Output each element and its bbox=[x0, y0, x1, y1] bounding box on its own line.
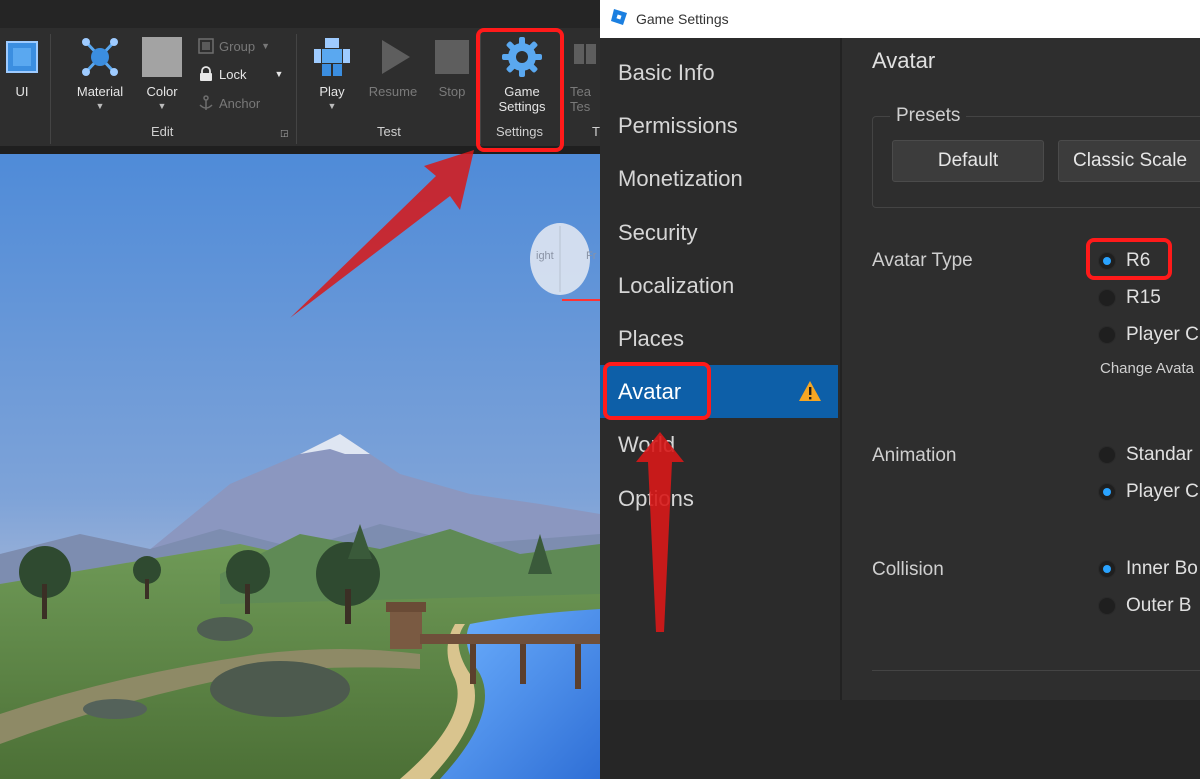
lock-icon bbox=[198, 66, 214, 82]
preset-classic-scale-button[interactable]: Classic Scale bbox=[1058, 140, 1200, 182]
nav-item-label: Permissions bbox=[618, 112, 738, 138]
team-test-icon bbox=[570, 36, 600, 81]
section-heading: Avatar bbox=[872, 48, 936, 73]
play-label: Play bbox=[319, 84, 345, 99]
collision-outer-box-radio[interactable]: Outer B bbox=[1098, 595, 1191, 617]
avatar-settings-panel: Avatar Presets Default Classic Scale Ava… bbox=[842, 38, 1200, 700]
window-title-bar[interactable]: Game Settings bbox=[600, 0, 1200, 38]
game-settings-highlight-box bbox=[476, 28, 564, 152]
r6-highlight-box bbox=[1086, 238, 1172, 280]
color-tool-label: Color bbox=[146, 84, 178, 99]
anchor-button[interactable]: Anchor bbox=[198, 95, 260, 111]
group-button[interactable]: Group ▼ bbox=[198, 38, 270, 54]
roblox-studio-logo-icon bbox=[610, 8, 628, 31]
view-cube-face-right: Fr bbox=[586, 250, 597, 262]
stop-label: Stop bbox=[438, 84, 466, 99]
group-icon bbox=[198, 38, 214, 54]
nav-item-world[interactable]: World bbox=[600, 418, 838, 471]
avatar-type-player-choice-radio[interactable]: Player C bbox=[1098, 324, 1199, 346]
nav-item-label: Options bbox=[618, 485, 694, 511]
ui-tool-label: UI bbox=[15, 84, 29, 99]
ui-tool-button[interactable]: UI bbox=[2, 36, 42, 99]
team-test-button[interactable]: Tea Tes bbox=[570, 36, 600, 114]
resume-label: Resume bbox=[368, 84, 418, 99]
material-icon bbox=[78, 36, 122, 81]
radio-unselected-icon bbox=[1098, 326, 1116, 344]
team-test-label-line2: Tes bbox=[570, 99, 591, 114]
group-label: Group bbox=[219, 38, 256, 54]
color-dropdown-icon[interactable]: ▼ bbox=[158, 101, 167, 111]
team-group-title: T bbox=[592, 124, 600, 139]
play-button[interactable]: Play ▼ bbox=[308, 36, 356, 111]
material-dropdown-icon[interactable]: ▼ bbox=[96, 101, 105, 111]
avatar-type-label: Avatar Type bbox=[872, 250, 973, 271]
stop-button[interactable]: Stop bbox=[430, 36, 474, 99]
radio-unselected-icon bbox=[1098, 597, 1116, 615]
nav-item-label: Security bbox=[618, 219, 698, 245]
nav-item-label: Monetization bbox=[618, 165, 743, 191]
ribbon-separator bbox=[296, 34, 297, 144]
radio-selected-icon bbox=[1098, 483, 1116, 501]
nav-item-label: Places bbox=[618, 325, 685, 351]
lock-button[interactable]: Lock ▼ bbox=[198, 66, 283, 82]
nav-item-label: World bbox=[618, 431, 676, 457]
lock-label: Lock bbox=[219, 66, 247, 82]
test-group-title: Test bbox=[377, 124, 401, 139]
game-world-scene bbox=[0, 154, 600, 779]
nav-item-label: Basic Info bbox=[618, 59, 715, 85]
group-dropdown-icon[interactable]: ▼ bbox=[261, 41, 270, 51]
lock-dropdown-icon[interactable]: ▼ bbox=[274, 69, 283, 79]
ui-icon bbox=[3, 36, 41, 81]
radio-label: Outer B bbox=[1126, 595, 1192, 616]
avatar-nav-highlight-box bbox=[603, 362, 711, 420]
preset-default-button[interactable]: Default bbox=[892, 140, 1044, 182]
settings-footer bbox=[600, 700, 1200, 779]
stop-icon bbox=[431, 36, 473, 81]
avatar-type-r15-radio[interactable]: R15 bbox=[1098, 287, 1161, 309]
studio-3d-viewport[interactable]: ight Fr bbox=[0, 154, 600, 779]
presets-label: Presets bbox=[890, 105, 967, 127]
warning-icon bbox=[798, 380, 822, 408]
view-cube-face-left: ight bbox=[536, 250, 554, 262]
nav-item-places[interactable]: Places bbox=[600, 312, 838, 365]
material-tool-label: Material bbox=[76, 84, 124, 99]
nav-item-security[interactable]: Security bbox=[600, 206, 838, 259]
resume-button[interactable]: Resume bbox=[364, 36, 422, 99]
collision-inner-box-radio[interactable]: Inner Bo bbox=[1098, 558, 1198, 580]
radio-label: Player C bbox=[1126, 481, 1199, 502]
play-dropdown-icon[interactable]: ▼ bbox=[328, 101, 337, 111]
radio-unselected-icon bbox=[1098, 446, 1116, 464]
window-title: Game Settings bbox=[636, 11, 729, 27]
play-figure-icon bbox=[311, 36, 353, 81]
ribbon-top-strip bbox=[0, 0, 600, 28]
material-tool-button[interactable]: Material ▼ bbox=[70, 36, 130, 111]
animation-player-choice-radio[interactable]: Player C bbox=[1098, 481, 1199, 503]
section-divider bbox=[872, 670, 1200, 671]
radio-label: Player C bbox=[1126, 324, 1199, 345]
team-test-label-line1: Tea bbox=[570, 84, 591, 99]
radio-selected-icon bbox=[1098, 560, 1116, 578]
ribbon-separator bbox=[50, 34, 51, 144]
nav-item-basic-info[interactable]: Basic Info bbox=[600, 46, 838, 99]
resume-icon bbox=[372, 36, 414, 81]
anchor-label: Anchor bbox=[219, 95, 261, 111]
nav-item-permissions[interactable]: Permissions bbox=[600, 99, 838, 152]
nav-item-monetization[interactable]: Monetization bbox=[600, 152, 838, 205]
collision-label: Collision bbox=[872, 559, 944, 580]
nav-item-options[interactable]: Options bbox=[600, 472, 838, 525]
radio-label: Inner Bo bbox=[1126, 558, 1198, 579]
edit-group-expand-icon[interactable]: ◲ bbox=[280, 128, 289, 139]
radio-label: Standar bbox=[1126, 444, 1193, 465]
animation-standard-radio[interactable]: Standar bbox=[1098, 444, 1193, 466]
nav-item-label: Localization bbox=[618, 272, 735, 298]
change-avatar-note: Change Avata bbox=[1100, 360, 1194, 377]
edit-group-title: Edit bbox=[151, 124, 174, 139]
radio-unselected-icon bbox=[1098, 289, 1116, 307]
animation-label: Animation bbox=[872, 445, 957, 466]
nav-item-localization[interactable]: Localization bbox=[600, 259, 838, 312]
anchor-icon bbox=[198, 95, 214, 111]
color-tool-button[interactable]: Color ▼ bbox=[136, 36, 188, 111]
color-swatch-icon bbox=[141, 36, 183, 81]
radio-label: R15 bbox=[1126, 287, 1161, 308]
